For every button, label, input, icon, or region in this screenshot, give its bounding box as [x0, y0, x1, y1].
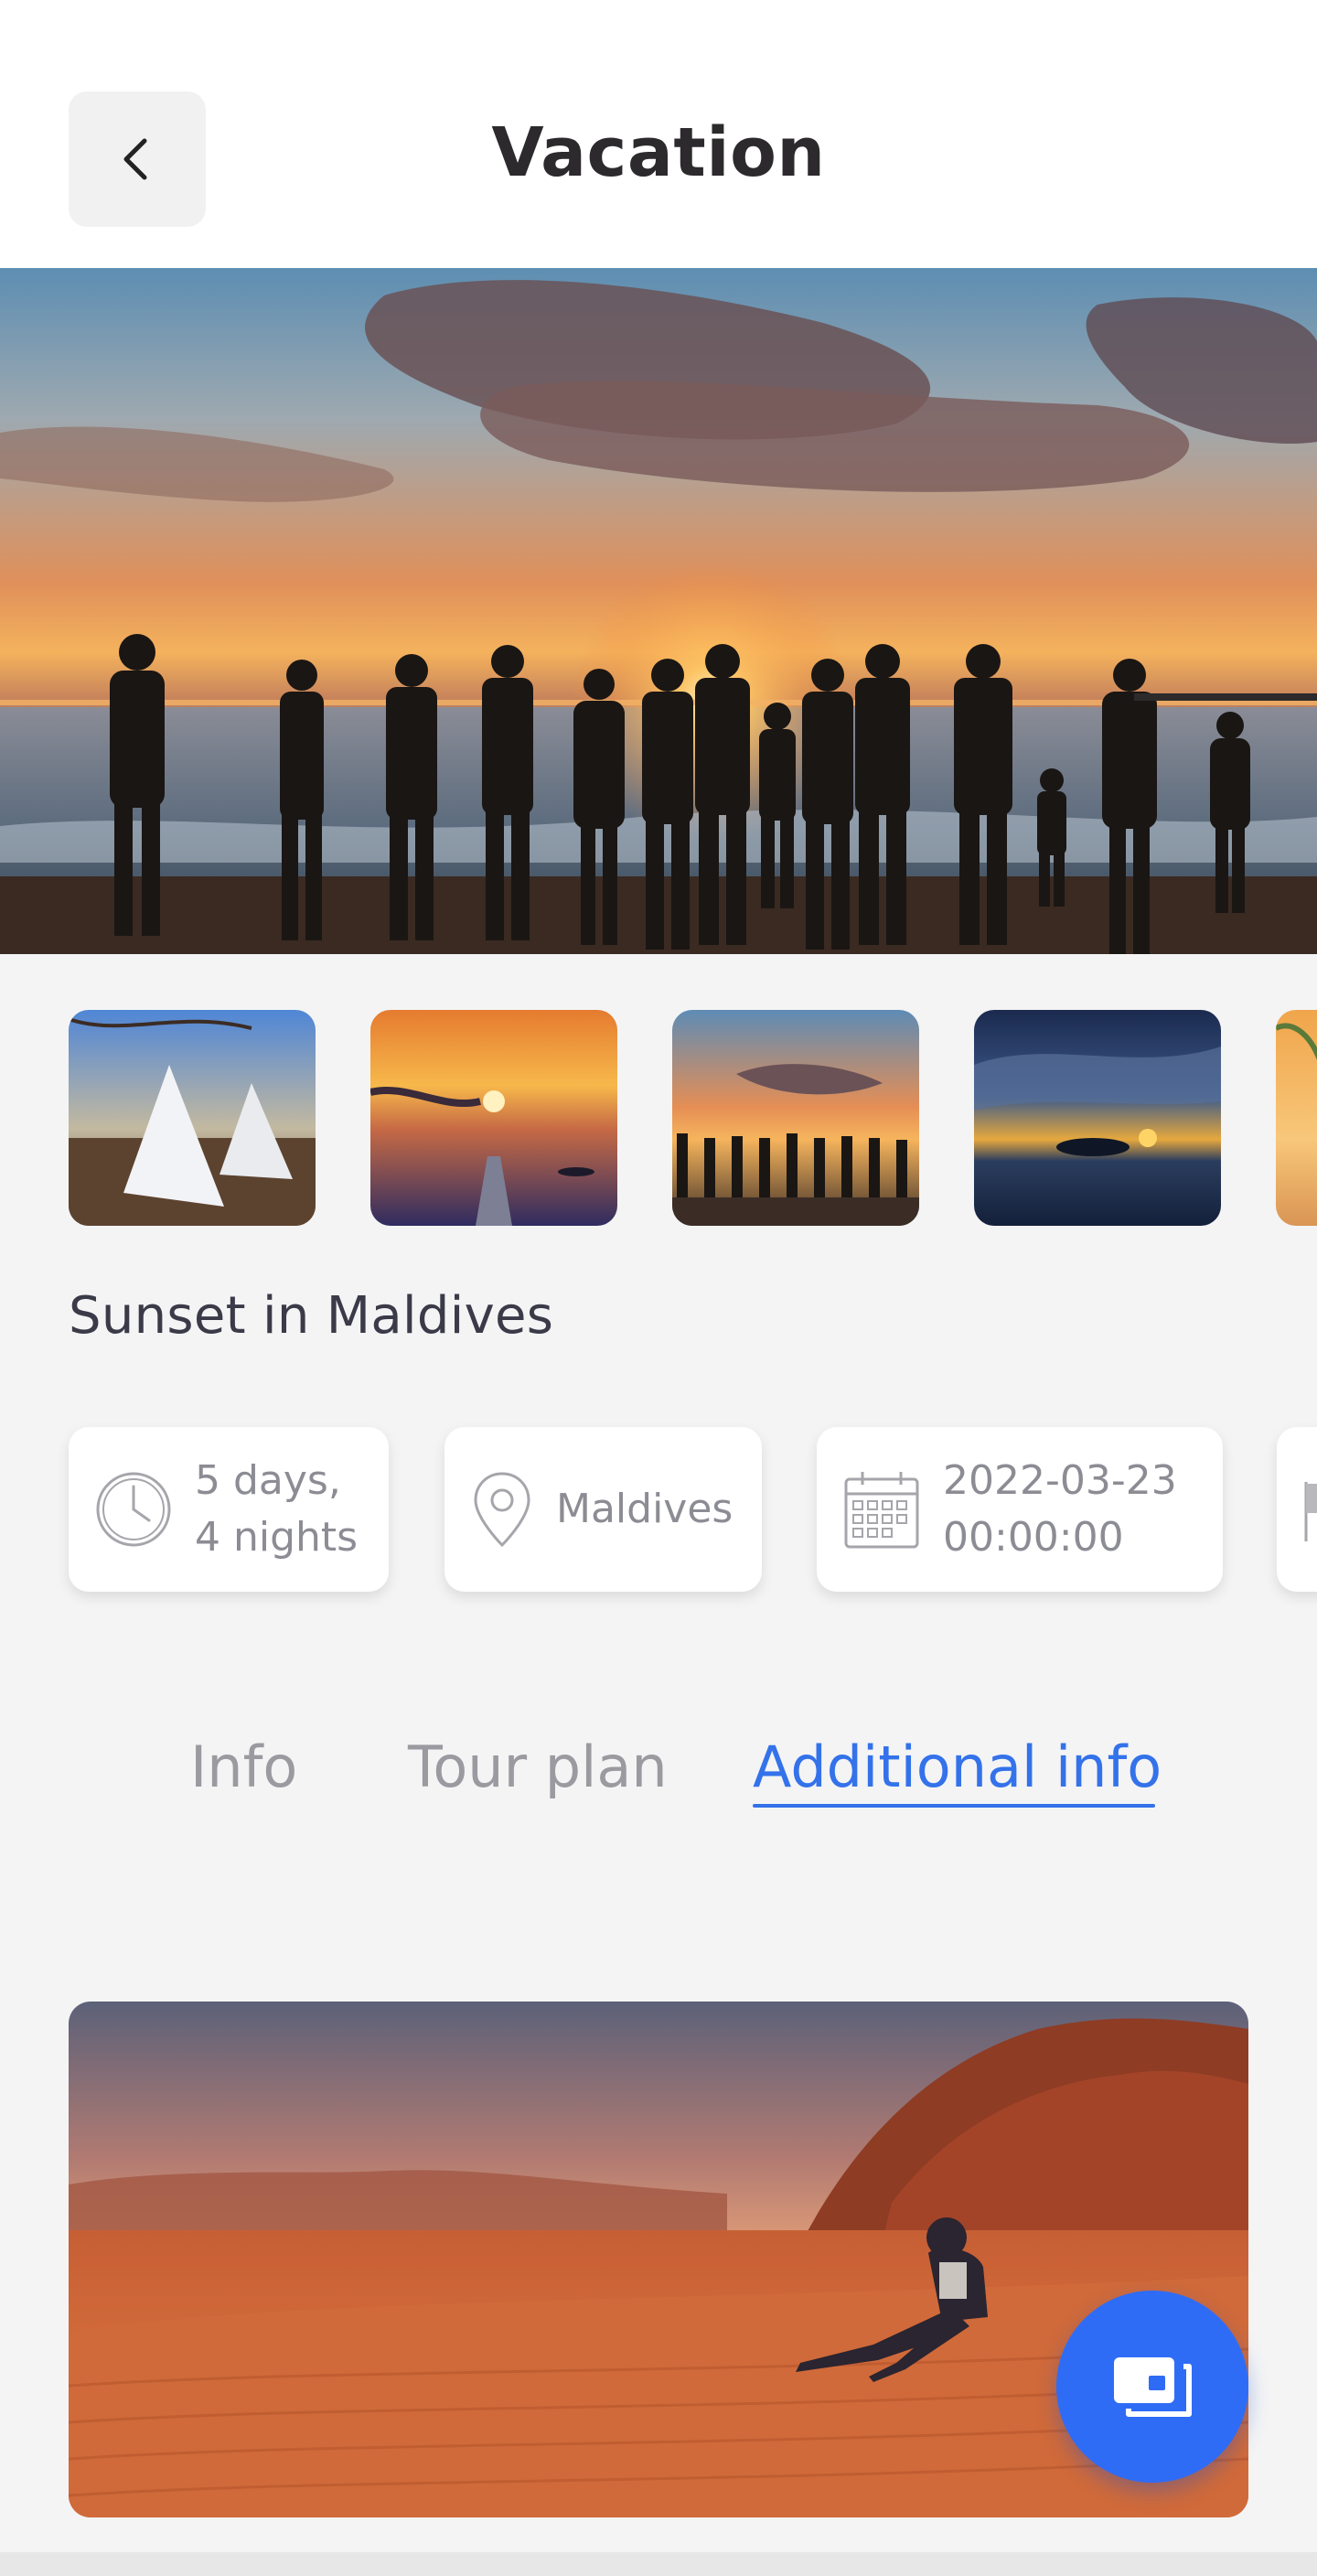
date-chip: 2022-03-23 00:00:00 — [817, 1427, 1223, 1592]
date-value: 2022-03-23 — [943, 1457, 1177, 1504]
duration-nights: 4 nights — [195, 1514, 359, 1561]
tab-info[interactable]: Info — [190, 1733, 297, 1800]
duration-days: 5 days, — [195, 1457, 341, 1504]
extra-chip — [1277, 1427, 1317, 1592]
gallery-thumbnail[interactable] — [69, 1010, 316, 1226]
hero-image — [0, 268, 1317, 954]
location-chip: Maldives — [444, 1427, 762, 1592]
photo-gallery-icon — [1114, 2357, 1192, 2417]
gallery-thumbnail[interactable] — [974, 1010, 1221, 1226]
duration-text: 5 days, 4 nights — [195, 1453, 358, 1566]
time-value: 00:00:00 — [943, 1514, 1124, 1561]
tab-additional-info[interactable]: Additional info — [753, 1733, 1162, 1800]
trip-name: Sunset in Maldives — [69, 1286, 554, 1346]
clock-icon — [96, 1472, 171, 1547]
gallery-thumbnail[interactable] — [370, 1010, 617, 1226]
active-tab-indicator — [753, 1804, 1155, 1808]
duration-chip: 5 days, 4 nights — [69, 1427, 389, 1592]
bottom-edge — [0, 2552, 1317, 2576]
location-pin-icon — [474, 1472, 530, 1548]
gallery-fab-button[interactable] — [1056, 2291, 1248, 2483]
gallery-thumbnails — [69, 1010, 1317, 1226]
additional-info-image — [69, 2002, 1248, 2517]
tab-tour-plan[interactable]: Tour plan — [408, 1733, 668, 1800]
page-title: Vacation — [491, 113, 826, 192]
top-app-bar: Vacation — [0, 0, 1317, 268]
gallery-thumbnail[interactable] — [672, 1010, 919, 1226]
vacation-detail-screen: Vacation Sunset in Maldives 5 days, 4 ni… — [0, 0, 1317, 2576]
calendar-icon — [844, 1472, 919, 1549]
gallery-thumbnail[interactable] — [1276, 1010, 1317, 1226]
date-text: 2022-03-23 00:00:00 — [943, 1453, 1177, 1566]
location-text: Maldives — [556, 1486, 733, 1532]
flag-icon — [1304, 1482, 1317, 1541]
